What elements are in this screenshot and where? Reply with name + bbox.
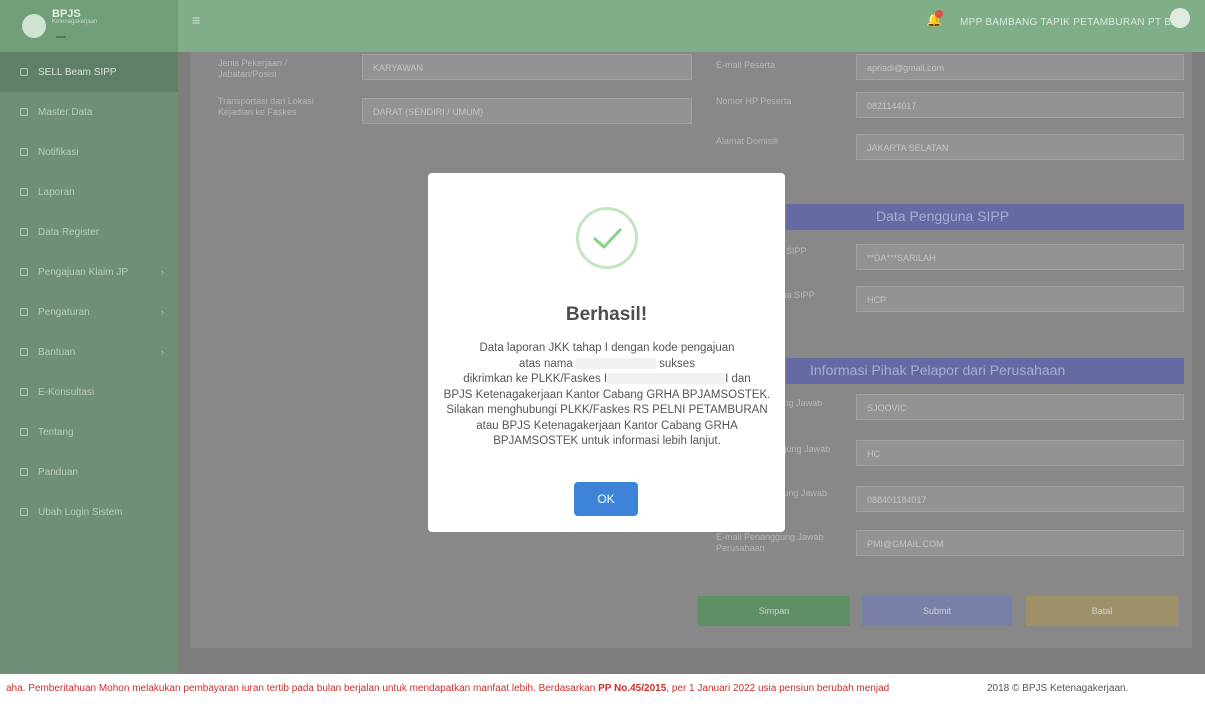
sidebar-item-laporan[interactable]: Laporan: [0, 172, 178, 212]
brand[interactable]: BPJS Ketenagakerjaan: [0, 0, 178, 52]
sidebar-item-data-register[interactable]: Data Register: [0, 212, 178, 252]
sipp-jabatan-field[interactable]: HCP: [856, 286, 1184, 312]
chat-icon: [20, 388, 28, 396]
brand-subtitle: Ketenagakerjaan: [52, 19, 98, 25]
sidebar-item-e-konsultasi[interactable]: E-Konsultasi: [0, 372, 178, 412]
gear-icon: [20, 308, 28, 316]
footer: aha. Pemberitahuan Mohon melakukan pemba…: [0, 674, 1205, 704]
sidebar-item-master-data[interactable]: Master Data: [0, 92, 178, 132]
sidebar-item-label: Bantuan: [38, 346, 76, 358]
jenis-pekerjaan-field[interactable]: KARYAWAN: [362, 54, 692, 80]
hp-peserta-field[interactable]: 0821144017: [856, 92, 1184, 118]
sidebar-item-pengaturan[interactable]: Pengaturan ›: [0, 292, 178, 332]
pj-name-field[interactable]: SJOOVIC: [856, 394, 1184, 420]
sidebar-item-notifikasi[interactable]: Notifikasi: [0, 132, 178, 172]
notification-dot: [935, 10, 943, 18]
sidebar-item-label: Data Register: [38, 226, 100, 238]
file-icon: [20, 268, 28, 276]
sidebar-item-panduan[interactable]: Panduan: [0, 452, 178, 492]
sidebar-item-label: Pengajuan Klaim JP: [38, 266, 129, 278]
help-icon: [20, 348, 28, 356]
redacted-faskes: [607, 373, 726, 385]
sipp-name-field[interactable]: **DA***SARILAH: [856, 244, 1184, 270]
sidebar-item-label: Notifikasi: [38, 146, 79, 158]
simpan-button[interactable]: Simpan: [698, 596, 850, 626]
section-data-pengguna-sipp: Data Pengguna SIPP: [786, 204, 1184, 230]
redacted-name: [575, 357, 656, 369]
sidebar-item-bantuan[interactable]: Bantuan ›: [0, 332, 178, 372]
pj-jabatan-field[interactable]: HC: [856, 440, 1184, 466]
chevron-right-icon: ›: [161, 307, 164, 317]
sidebar-item-label: Ubah Login Sistem: [38, 506, 123, 518]
ok-button[interactable]: OK: [574, 482, 638, 516]
report-icon: [20, 188, 28, 196]
sidebar-item-label: SELL Beam SIPP: [38, 66, 117, 78]
sidebar-item-pengajuan-klaim[interactable]: Pengajuan Klaim JP ›: [0, 252, 178, 292]
success-check-icon: [576, 207, 638, 269]
alamat-label: Alamat Domisili: [716, 136, 779, 146]
sidebar-item-label: Pengaturan: [38, 306, 90, 318]
bell-icon: [20, 148, 28, 156]
dialog-message: Data laporan JKK tahap I dengan kode pen…: [443, 342, 771, 447]
user-avatar-icon[interactable]: [1170, 8, 1190, 28]
database-icon: [20, 108, 28, 116]
copyright: 2018 © BPJS Ketenagakerjaan.: [987, 683, 1129, 694]
list-icon: [20, 228, 28, 236]
menu-toggle-icon[interactable]: ≡: [192, 12, 200, 28]
sidebar-item-label: Panduan: [38, 466, 79, 478]
book-icon: [20, 468, 28, 476]
chevron-right-icon: ›: [161, 347, 164, 357]
sidebar-item-label: Laporan: [38, 186, 75, 198]
info-icon: [20, 428, 28, 436]
pj-email-label: E-mail Penanggung Jawab Perusahaan: [716, 532, 824, 553]
batal-button[interactable]: Batal: [1026, 596, 1178, 626]
dialog-title: Berhasil!: [565, 304, 648, 325]
chevron-right-icon: ›: [161, 267, 164, 277]
jenis-pekerjaan-label: Jenis Pekerjaan / Jabatan/Posisi: [218, 58, 288, 79]
section-informasi-pelapor: Informasi Pihak Pelapor dari Perusahaan: [786, 358, 1184, 384]
success-dialog: Berhasil! Data laporan JKK tahap I denga…: [428, 173, 785, 532]
transportasi-label: Transportasi dari Lokasi Kejadian ke Fas…: [218, 96, 314, 117]
key-icon: [20, 508, 28, 516]
sidebar-item-label: Tentang: [38, 426, 74, 438]
top-bar: BPJS Ketenagakerjaan ≡ 🔔 MPP BAMBANG TAP…: [0, 0, 1205, 52]
sidebar-item-ubah-login[interactable]: Ubah Login Sistem: [0, 492, 178, 532]
sidebar-item-tentang[interactable]: Tentang: [0, 412, 178, 452]
hp-peserta-label: Nomor HP Peserta: [716, 96, 792, 106]
sidebar: SELL Beam SIPP Master Data Notifikasi La…: [0, 52, 178, 674]
pj-hp-field[interactable]: 088401184017: [856, 486, 1184, 512]
transportasi-select[interactable]: DARAT (SENDIRI / UMUM): [362, 98, 692, 124]
user-name[interactable]: MPP BAMBANG TAPIK PETAMBURAN PT BAM: [960, 17, 1187, 28]
brand-badge: [56, 36, 66, 38]
brand-title: BPJS: [52, 8, 81, 20]
bpjs-logo-icon: [22, 14, 46, 38]
pj-email-field[interactable]: PMI@GMAIL.COM: [856, 530, 1184, 556]
sidebar-item-sell-beam[interactable]: SELL Beam SIPP: [0, 52, 178, 92]
email-peserta-field[interactable]: apriadi@gmail.com: [856, 54, 1184, 80]
announcement-marquee: aha. Pemberitahuan Mohon melakukan pemba…: [6, 683, 890, 694]
alamat-field[interactable]: JAKARTA SELATAN: [856, 134, 1184, 160]
sidebar-item-label: Master Data: [38, 106, 93, 118]
home-icon: [20, 68, 28, 76]
sidebar-item-label: E-Konsultasi: [38, 386, 95, 398]
email-peserta-label: E-mail Peserta: [716, 60, 776, 70]
submit-button[interactable]: Submit: [862, 596, 1012, 626]
